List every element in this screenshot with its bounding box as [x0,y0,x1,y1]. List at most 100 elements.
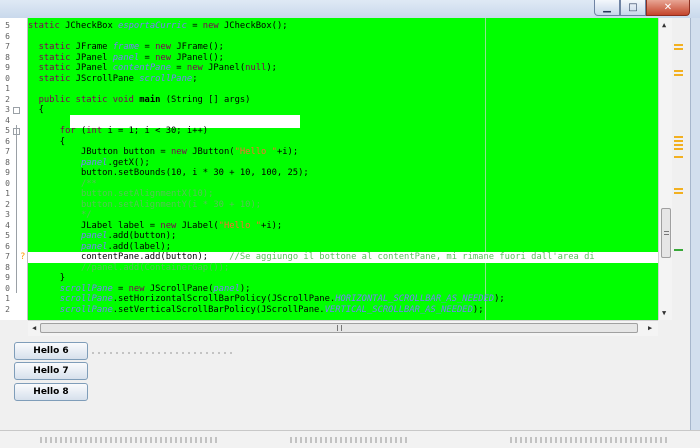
code-token: scrollPane [59,294,113,304]
code-line[interactable]: JLabel label = new JLabel("Hello "+i); [28,221,658,232]
scroll-down-icon[interactable]: ▼ [662,309,666,317]
code-editor[interactable]: static JCheckBox esportaCurric = new JCh… [28,18,658,320]
overview-marker[interactable] [674,144,683,146]
code-line[interactable]: scrollPane.setHorizontalScrollBarPolicy(… [28,294,658,305]
code-token: ); [472,304,484,315]
code-token: JLabel( [181,220,219,231]
code-token: = [112,283,129,294]
code-token: JPanel [75,52,113,63]
code-token: = [171,63,187,73]
code-token: frame [112,42,140,52]
overview-marker[interactable] [674,249,683,251]
overview-marker[interactable] [674,136,683,138]
code-token: = [139,52,156,63]
code-line[interactable] [28,116,658,127]
status-bar [0,430,700,448]
code-line[interactable]: button.setAlignmentX(10); [28,189,658,200]
code-token: static [28,21,66,31]
code-line[interactable]: for (int i = 1; i < 30; i++) [28,126,658,137]
line-number: 5 [5,126,10,135]
code-token: int [86,126,108,136]
code-line[interactable]: JButton button = new JButton("Hello "+i)… [28,147,658,158]
code-line[interactable]: scrollPane.setVerticalScrollBarPolicy(JS… [28,305,658,316]
code-token: ); [494,294,505,304]
scroll-up-icon[interactable]: ▲ [662,21,666,29]
line-number: 1 [5,84,10,93]
code-token: contentPane [112,63,172,73]
overview-marker[interactable] [674,74,683,76]
overview-ruler[interactable] [672,18,690,320]
code-line[interactable]: static JScrollPane scrollPane; [28,74,658,85]
overview-marker[interactable] [674,148,683,150]
overview-marker[interactable] [674,48,683,50]
code-token: .add(label); [107,241,172,252]
hello-button[interactable]: Hello 7 [14,362,88,380]
code-token: esportaCurric [118,21,187,31]
overview-marker[interactable] [674,192,683,194]
code-token: .setHorizontalScrollBarPolicy(JScrollPan… [112,294,336,304]
vertical-scrollbar[interactable]: ▲ ▼ [658,18,672,320]
overview-marker[interactable] [674,140,683,142]
line-number: 8 [5,157,10,167]
warning-marker-icon[interactable]: ? [20,252,26,262]
code-line[interactable]: button.setBounds(10, i * 30 + 10, 100, 2… [28,168,658,179]
code-token: JButton button = [28,147,171,157]
overview-marker[interactable] [674,188,683,190]
code-line[interactable]: { [28,105,658,116]
code-token: panel [80,157,108,168]
hello-button[interactable]: Hello 6 [14,342,88,360]
overview-marker[interactable] [674,70,683,72]
code-token: scrollPane [59,283,113,294]
line-number: 4 [5,220,10,230]
fold-toggle-icon[interactable] [13,107,20,114]
vertical-scroll-thumb[interactable] [661,208,671,258]
code-line[interactable]: contentPane.add(button); //Se aggiungo i… [28,252,658,263]
code-line[interactable]: { [28,137,658,148]
line-number: 0 [5,178,10,188]
code-line[interactable]: } [28,273,658,284]
maximize-icon: □ [628,2,638,13]
horizontal-scroll-thumb[interactable] [40,323,638,333]
code-line[interactable]: panel.add(button); [28,231,658,242]
code-token: "Hello " [234,147,277,157]
overview-marker[interactable] [674,156,683,158]
code-token: null [245,63,267,73]
code-line[interactable] [28,84,658,95]
line-number: 8 [5,262,10,272]
minimize-button[interactable]: ▁ [594,0,620,16]
code-token: panel [112,52,140,63]
code-line[interactable]: button.setAlignmentY(i * 30 + 10); [28,200,658,211]
code-token: //Se aggiungo il bottone al contentPane,… [229,252,595,262]
code-line[interactable]: scrollPane = new JScrollPane(panel); [28,284,658,295]
code-line[interactable]: static JPanel contentPane = new JPanel(n… [28,63,658,74]
code-token: } [28,273,66,283]
scroll-right-icon[interactable]: ▶ [648,324,652,332]
code-line[interactable]: //panel.add(ContainerGap()); [28,263,658,274]
code-token: static [28,42,76,52]
minimize-icon: ▁ [603,2,611,13]
code-line[interactable]: static JPanel panel = new JPanel(); [28,53,658,64]
code-line[interactable]: static JCheckBox esportaCurric = new JCh… [28,21,658,32]
maximize-button[interactable]: □ [620,0,646,16]
code-line[interactable]: panel.getX(); [28,158,658,169]
code-token: panel [213,283,240,294]
code-line[interactable]: */ [28,210,658,221]
code-line[interactable]: panel.add(label); [28,242,658,253]
code-line[interactable] [28,32,658,43]
fold-range-line [16,124,17,293]
code-token: JFrame(); [176,42,224,52]
scroll-left-icon[interactable]: ◀ [32,324,36,332]
close-button[interactable]: ✕ [646,0,690,16]
horizontal-scrollbar[interactable]: ◀ ▶ [28,320,658,336]
code-line[interactable]: public static void main (String [] args) [28,95,658,106]
code-line[interactable]: static JFrame frame = new JFrame(); [28,42,658,53]
code-token: JPanel(); [176,52,224,63]
hello-button[interactable]: Hello 8 [14,383,88,401]
line-number: 6 [5,31,10,41]
code-token: HORIZONTAL_SCROLLBAR_AS_NEEDED [335,294,495,304]
overview-marker[interactable] [674,44,683,46]
code-line[interactable]: /** [28,179,658,190]
